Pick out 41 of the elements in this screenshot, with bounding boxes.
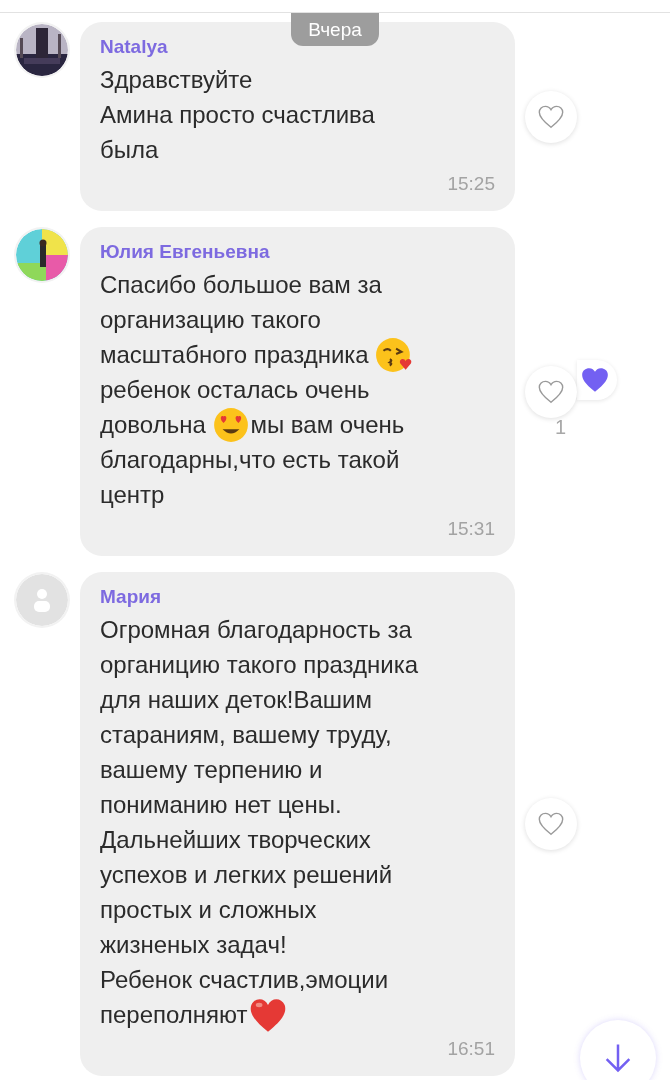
scroll-down-button[interactable] — [580, 1020, 656, 1080]
message-text: пониманию нет цены. — [100, 790, 342, 819]
message-text: переполняют — [100, 1000, 248, 1029]
heart-icon — [581, 366, 609, 393]
date-label: Вчера — [291, 13, 379, 46]
heart-eyes-emoji-icon — [212, 405, 251, 444]
heart-icon — [538, 379, 564, 404]
message-time: 16:51 — [447, 1038, 495, 1060]
message-text: вашему терпению и — [100, 755, 323, 784]
like-button[interactable] — [525, 798, 577, 850]
message-text: органицию такого праздника — [100, 650, 419, 679]
message-text: для наших деток!Вашим — [100, 685, 372, 714]
message-text: благодарны,что есть такой — [100, 445, 400, 474]
heart-icon — [538, 104, 564, 129]
message-text: довольна — [100, 410, 207, 439]
sender-name[interactable]: Мария — [100, 586, 495, 608]
message-text: Здравствуйте — [100, 65, 253, 94]
message-text: жизненых задач! — [100, 930, 287, 959]
message-time: 15:31 — [447, 518, 495, 540]
message-text: была — [100, 135, 159, 164]
message-text: Спасибо большое вам за — [100, 270, 382, 299]
message-text: Ребенок счастлив,эмоции — [100, 965, 389, 994]
like-button[interactable] — [525, 90, 577, 143]
reaction-pill[interactable] — [577, 359, 617, 400]
message-text: масштабного праздника — [100, 340, 370, 369]
heart-icon — [538, 812, 564, 836]
message-text: ребенок осталась очень — [100, 375, 370, 404]
message-text: мы вам очень — [250, 410, 405, 439]
kissing-face-emoji-icon — [375, 335, 414, 374]
message-text: успехов и легких решений — [100, 860, 393, 889]
message-text: Амина просто счастлива — [100, 100, 375, 129]
message-text: центр — [100, 480, 165, 509]
message-text: Дальнейших творческих — [100, 825, 371, 854]
sender-name[interactable]: Юлия Евгеньевна — [100, 241, 495, 263]
message-time: 15:25 — [447, 173, 495, 195]
message-text: организацию такого — [100, 305, 321, 334]
reaction-count: 1 — [555, 415, 567, 439]
message-text: Огромная благодарность за — [100, 615, 412, 644]
like-button[interactable] — [525, 365, 577, 418]
message-text: стараниям, вашему труду, — [100, 720, 392, 749]
message-text: простых и сложных — [100, 895, 317, 924]
